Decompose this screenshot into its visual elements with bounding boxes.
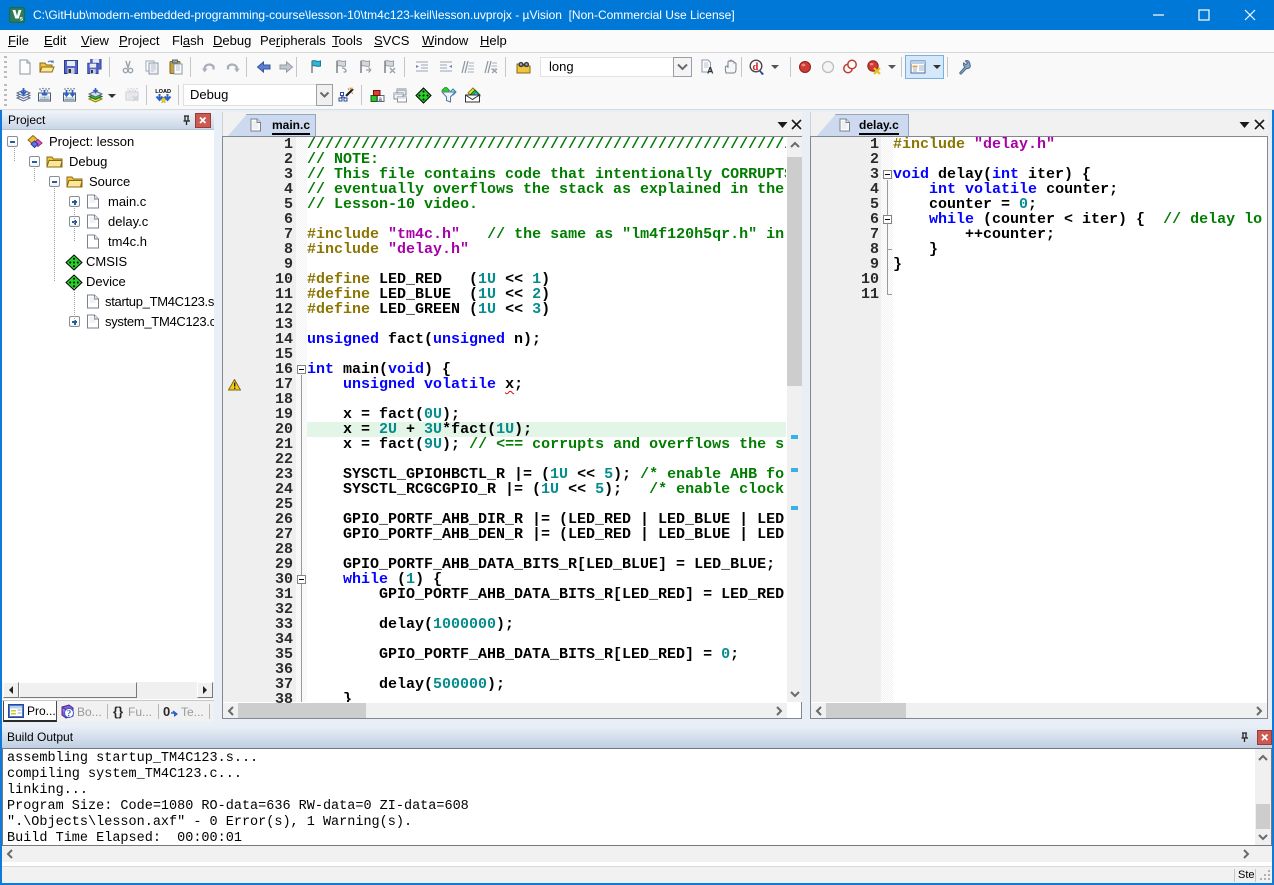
svg-text:A: A xyxy=(707,66,714,76)
svg-text:LOAD: LOAD xyxy=(155,89,171,95)
svg-text:d: d xyxy=(753,62,759,73)
svg-text:s: s xyxy=(20,16,24,23)
svg-text:?: ? xyxy=(67,709,72,719)
